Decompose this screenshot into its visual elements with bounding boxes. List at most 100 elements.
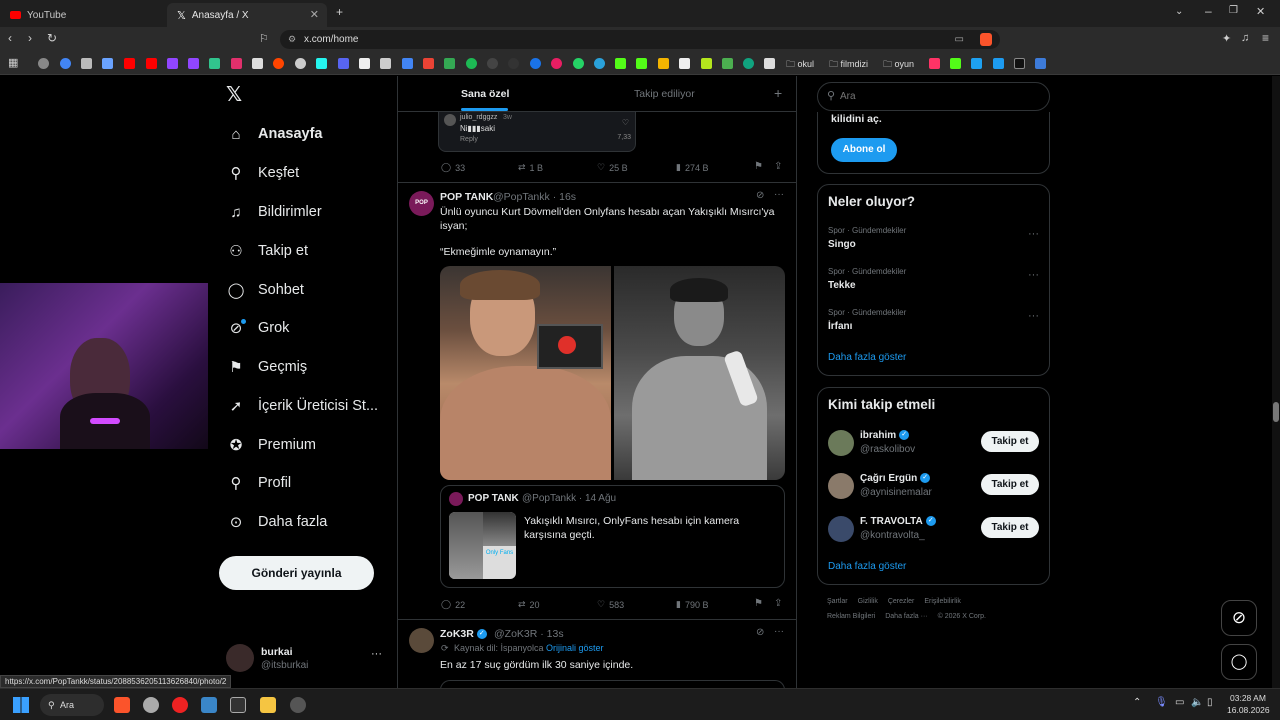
nav-explore[interactable]: ⚲ Keşfet [226,158,300,188]
media-icon[interactable]: ♫ [1241,32,1249,44]
bookmark-icon[interactable] [551,58,562,69]
menu-icon[interactable]: ≡ [1262,31,1269,45]
grok-icon[interactable]: ⊘ [756,627,764,638]
bookmark-icon[interactable] [1014,58,1025,69]
media-player-icon[interactable] [172,697,188,713]
trend-item[interactable]: Spor · Gündemdekiler İrfanı ··· [818,305,1049,339]
bookmark-icon[interactable] [971,58,982,69]
tab-following[interactable]: Takip ediliyor [634,88,695,100]
grok-icon[interactable]: ⊘ [756,190,764,201]
bookmark-drive-icon[interactable] [444,58,455,69]
app-icon[interactable] [143,697,159,713]
tweet-image-1[interactable] [440,266,611,480]
bookmark-icon[interactable] [764,58,775,69]
nav-grok[interactable]: ⊘ Grok [226,313,289,343]
nav-home[interactable]: ⌂ Anasayfa [226,119,322,149]
bookmark-icon[interactable] [359,58,370,69]
footer-link[interactable]: Daha fazla ··· [885,613,927,620]
reply-button[interactable]: ◯ 22 [441,599,465,610]
more-icon[interactable]: ··· [1028,310,1039,322]
post-button[interactable]: Gönderi yayınla [219,556,374,590]
tweet-poptank[interactable]: POP POP TANK @PopTankk · 16s ⊘ ··· Ünlü … [398,183,796,619]
bookmark-icon[interactable] [380,58,391,69]
share-button[interactable]: ⇪ [774,161,782,172]
follow-button[interactable]: Takip et [981,517,1039,538]
like-button[interactable]: ♡ 583 [597,599,624,610]
bookmark-twitch-icon[interactable] [167,58,178,69]
maximize-icon[interactable]: ❐ [1229,5,1238,16]
nav-bookmarks[interactable]: ⚑ Geçmiş [226,352,307,382]
page-scrollbar[interactable] [1272,76,1280,688]
nav-creator-studio[interactable]: ➚ İçerik Üreticisi St... [226,391,378,421]
tab-list-icon[interactable]: ⌄ [1175,6,1183,17]
bookmark-icon[interactable] [209,58,220,69]
nav-notifications[interactable]: ♫ Bildirimler [226,197,321,227]
author-name[interactable]: ZoK3R ✓ [440,628,487,640]
bookmark-telegram-icon[interactable] [594,58,605,69]
cast-icon[interactable]: ▭ [955,30,964,49]
bookmark-reddit-icon[interactable] [273,58,284,69]
avatar[interactable]: POP [409,191,434,216]
bookmark-github-icon[interactable] [508,58,519,69]
embedded-reply-screenshot[interactable]: julio_rdggzz 3w Ni▮▮▮saki Reply ♡ 7,33 [438,112,636,152]
footer-link[interactable]: Şartlar [827,598,848,605]
brave-shield-icon[interactable] [980,33,992,46]
trend-item[interactable]: Spor · Gündemdekiler Singo ··· [818,223,1049,257]
clock-time[interactable]: 03:28 AM [1230,693,1266,703]
nav-follow[interactable]: ⚇ Takip et [226,236,308,266]
show-more-link[interactable]: Daha fazla göster [828,352,906,363]
footer-link[interactable]: Çerezler [888,598,914,605]
app-icon[interactable] [230,697,246,713]
bookmark-x-icon[interactable] [252,58,263,69]
close-tab-icon[interactable]: ✕ [310,8,319,21]
more-icon[interactable]: ··· [1028,228,1039,240]
bookmark-spotify-icon[interactable] [466,58,477,69]
grok-float-button[interactable]: ⊘ [1221,600,1257,636]
bookmark-whatsapp-icon[interactable] [573,58,584,69]
forward-icon[interactable]: › [28,31,32,45]
views-button[interactable]: ▮ 790 B [676,599,708,610]
reply-button[interactable]: ◯ 33 [441,162,465,173]
bookmark-icon[interactable] [929,58,940,69]
tab-x-home[interactable]: 𝕏 Anasayfa / X ✕ [167,3,327,27]
author-name[interactable]: POP TANK [440,191,493,203]
bookmark-button[interactable]: ⚑ [754,598,763,609]
search-box[interactable]: ⚲ [817,82,1050,111]
nav-chat[interactable]: ◯ Sohbet [226,275,304,305]
bookmark-folder-okul[interactable]: 🗀 okul [786,57,814,73]
x-logo-icon[interactable]: 𝕏 [226,82,242,107]
photos-icon[interactable] [201,697,217,713]
follow-button[interactable]: Takip et [981,474,1039,495]
like-button[interactable]: ♡ 25 B [597,162,628,173]
nav-profile[interactable]: ⚲ Profil [226,468,292,498]
tweet-image-2[interactable] [614,266,785,480]
extensions-icon[interactable]: ✦ [1222,32,1231,45]
bookmark-icon[interactable] [1035,58,1046,69]
tab-youtube[interactable]: YouTube [0,3,165,27]
bookmark-twitch-icon[interactable] [188,58,199,69]
network-icon[interactable]: ▭ [1175,697,1184,708]
retweet-button[interactable]: ⇄ 1 B [518,162,543,173]
bookmark-kick-icon[interactable] [615,58,626,69]
bookmark-page-icon[interactable]: ⚐ [259,32,269,45]
minimize-icon[interactable]: – [1205,4,1212,18]
volume-icon[interactable]: 🔈 [1191,697,1203,708]
bookmark-folder-oyun[interactable]: 🗀 oyun [883,57,914,73]
subscribe-button[interactable]: Abone ol [831,138,897,162]
bookmark-icon[interactable] [658,58,669,69]
footer-link[interactable]: Gizlilik [858,598,878,605]
bookmark-icon[interactable] [295,58,306,69]
back-icon[interactable]: ‹ [8,31,12,45]
file-explorer-icon[interactable] [260,697,276,713]
bookmark-icon[interactable] [102,58,113,69]
tweet-media-top[interactable] [440,680,785,688]
bookmark-kick-icon[interactable] [950,58,961,69]
url-field[interactable]: ⚙ x.com/home ▭ [280,30,1000,49]
more-icon[interactable]: ··· [1028,269,1039,281]
retweet-button[interactable]: ⇄ 20 [518,599,540,610]
bookmark-youtube-icon[interactable] [124,58,135,69]
bookmark-google-icon[interactable] [60,58,71,69]
more-icon[interactable]: ··· [774,189,784,200]
bookmark-icon[interactable] [402,58,413,69]
microphone-icon[interactable]: 🎙 [1155,697,1168,708]
